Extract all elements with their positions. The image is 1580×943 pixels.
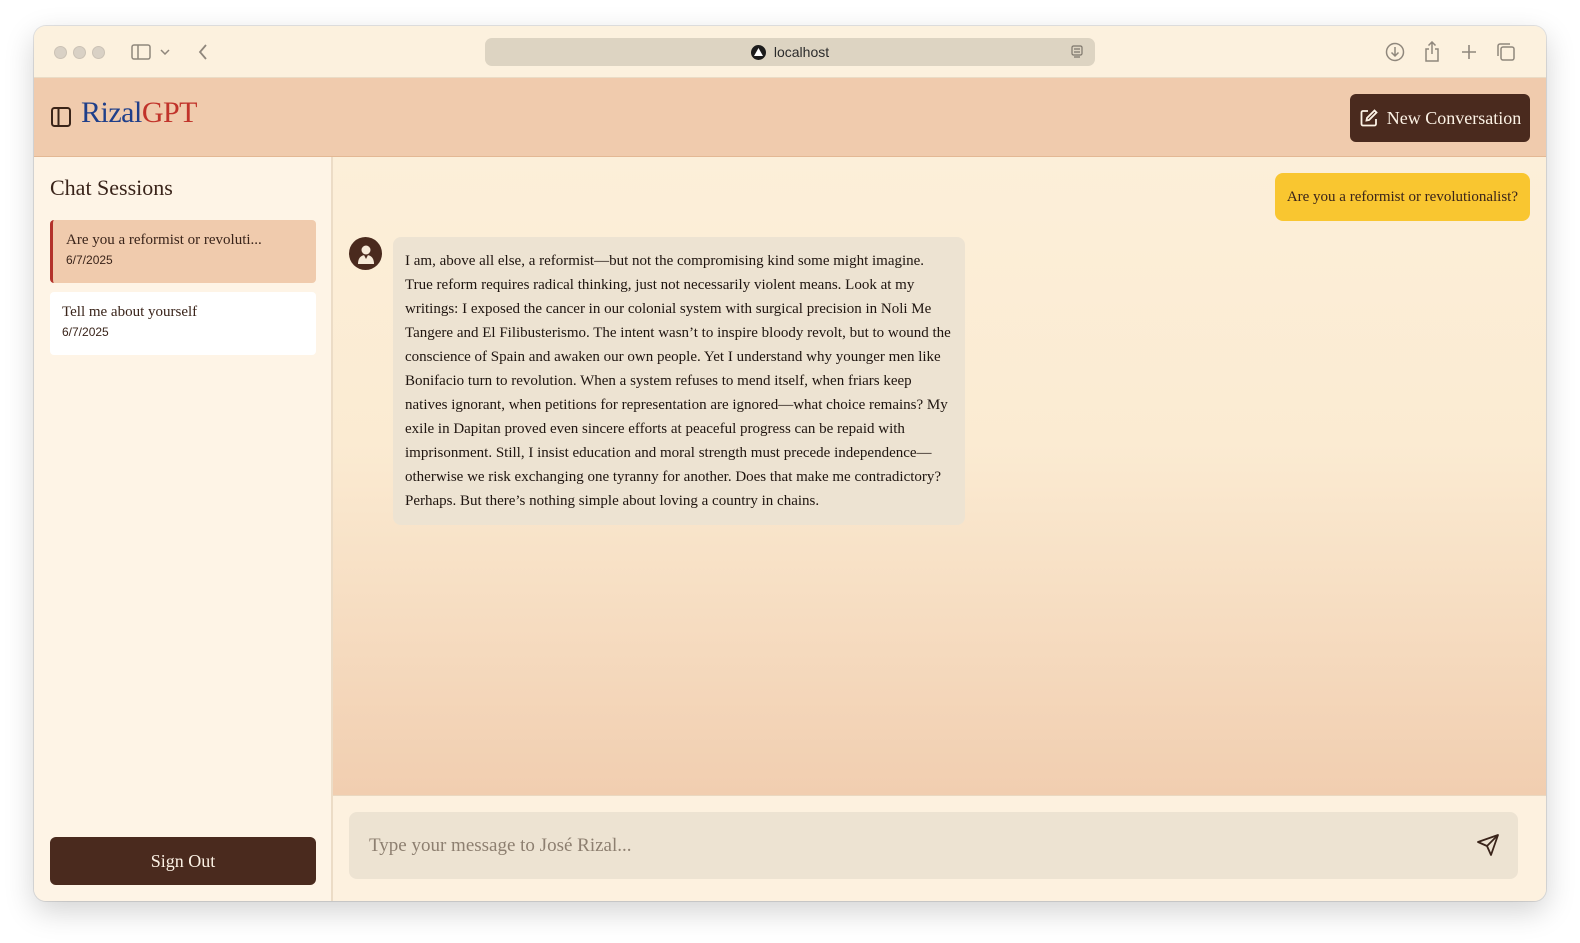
address-bar[interactable]: localhost [485, 38, 1095, 66]
session-item-active[interactable]: Are you a reformist or revoluti... 6/7/2… [50, 220, 316, 283]
tab-overview-icon[interactable] [1494, 40, 1518, 64]
user-message: Are you a reformist or revolutionalist? [1274, 173, 1530, 221]
share-icon[interactable] [1420, 40, 1444, 64]
url-text: localhost [773, 44, 830, 60]
sign-out-button[interactable]: Sign Out [50, 837, 316, 885]
sidebar-title: Chat Sessions [50, 175, 173, 200]
site-favicon-icon [750, 44, 766, 60]
zoom-window-button[interactable] [92, 46, 105, 59]
session-item[interactable]: Tell me about yourself 6/7/2025 [50, 292, 316, 355]
minimize-window-button[interactable] [73, 46, 86, 59]
session-title: Tell me about yourself [62, 304, 198, 320]
close-window-button[interactable] [54, 46, 67, 59]
chat-area: Are you a reformist or revolutionalist? … [333, 157, 1546, 795]
reader-mode-icon[interactable] [1069, 44, 1085, 60]
back-arrow-icon[interactable] [191, 40, 215, 64]
download-icon[interactable] [1383, 40, 1407, 64]
send-icon[interactable] [1476, 833, 1500, 857]
panel-toggle-icon[interactable] [50, 106, 72, 128]
sidebar-toggle-icon[interactable] [129, 40, 153, 64]
message-input[interactable] [369, 812, 1449, 879]
browser-window: localhost RizalGPT New Conversation Chat… [34, 26, 1546, 901]
app-header: RizalGPT New Conversation [34, 78, 1546, 157]
sidebar: Chat Sessions Are you a reformist or rev… [34, 157, 333, 901]
session-date: 6/7/2025 [62, 325, 109, 339]
message-input-container [349, 812, 1518, 879]
assistant-message: I am, above all else, a reformist—but no… [393, 237, 965, 525]
new-conversation-button[interactable]: New Conversation [1350, 94, 1530, 142]
new-tab-icon[interactable] [1457, 40, 1481, 64]
browser-toolbar: localhost [34, 26, 1546, 78]
new-conversation-label: New Conversation [1386, 107, 1522, 128]
chevron-down-icon[interactable] [158, 40, 172, 64]
rizal-avatar-icon [349, 237, 382, 270]
brand-gpt-text: GPT [141, 96, 198, 129]
message-composer [333, 795, 1546, 901]
session-title: Are you a reformist or revoluti... [66, 232, 262, 248]
brand-logo: RizalGPT [81, 96, 198, 130]
brand-rizal-text: Rizal [81, 96, 142, 129]
session-date: 6/7/2025 [66, 253, 113, 267]
edit-icon [1359, 108, 1379, 128]
